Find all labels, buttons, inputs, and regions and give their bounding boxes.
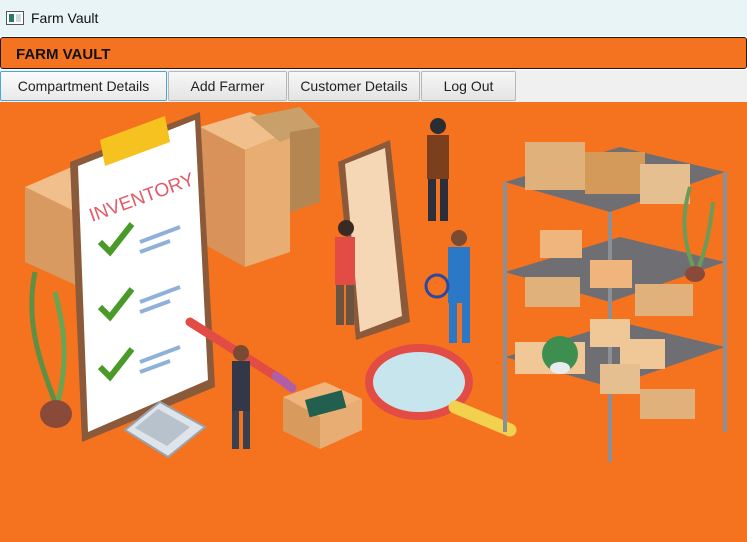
worker-standing-icon — [427, 118, 449, 221]
brand-header: FARM VAULT — [0, 37, 747, 69]
tab-bar: Compartment Details Add Farmer Customer … — [0, 70, 747, 102]
warehouse-illustration-svg: INVENTORY — [25, 107, 727, 462]
open-box-icon — [283, 382, 362, 449]
tab-log-out[interactable]: Log Out — [421, 71, 516, 101]
app-icon — [6, 11, 24, 25]
magnifying-glass-icon — [365, 344, 517, 437]
warehouse-shelf-icon — [503, 142, 727, 462]
tab-customer-details[interactable]: Customer Details — [288, 71, 420, 101]
tab-compartment-details[interactable]: Compartment Details — [0, 71, 167, 101]
worker-overalls-icon — [424, 230, 470, 343]
window-title: Farm Vault — [31, 10, 99, 26]
warehouse-illustration: INVENTORY — [0, 102, 747, 542]
window-titlebar: Farm Vault — [0, 0, 747, 36]
inventory-clipboard-icon: INVENTORY — [70, 112, 215, 442]
tab-add-farmer[interactable]: Add Farmer — [168, 71, 287, 101]
plant-left-icon — [29, 271, 72, 428]
brand-title: FARM VAULT — [16, 46, 111, 63]
